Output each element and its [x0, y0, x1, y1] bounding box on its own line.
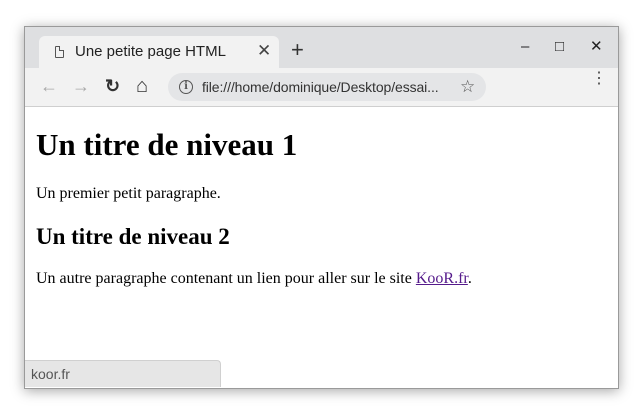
minimize-button[interactable]: – [521, 39, 529, 55]
close-window-button[interactable]: ✕ [590, 39, 603, 55]
tab-active[interactable]: Une petite page HTML ✕ [39, 36, 279, 68]
koor-link[interactable]: KooR.fr [416, 270, 468, 287]
info-icon[interactable]: i [179, 80, 193, 94]
back-button[interactable]: ← [40, 76, 58, 96]
maximize-button[interactable]: □ [555, 39, 564, 55]
reload-button[interactable]: ↻ [105, 76, 120, 96]
browser-window: Une petite page HTML ✕ + – □ ✕ ← → ↻ ⌂ i… [24, 26, 619, 389]
paragraph-2-text: Un autre paragraphe contenant un lien po… [36, 270, 416, 287]
tab-close-icon[interactable]: ✕ [257, 41, 271, 61]
address-bar[interactable]: i file:///home/dominique/Desktop/essai..… [168, 73, 486, 101]
paragraph-2-end: . [467, 270, 472, 287]
url-text[interactable]: file:///home/dominique/Desktop/essai... [202, 79, 439, 95]
paragraph-1: Un premier petit paragraphe. [36, 185, 221, 202]
document-icon [55, 46, 64, 58]
menu-icon[interactable]: ⋮ [591, 71, 607, 87]
star-icon[interactable]: ☆ [460, 77, 475, 97]
forward-button[interactable]: → [72, 76, 90, 96]
new-tab-button[interactable]: + [291, 39, 304, 61]
tab-strip: Une petite page HTML ✕ + – □ ✕ [25, 27, 618, 68]
heading-level-1: Un titre de niveau 1 [36, 127, 298, 162]
page-content: Un titre de niveau 1 Un premier petit pa… [25, 107, 618, 388]
home-button[interactable]: ⌂ [136, 76, 148, 96]
paragraph-2: Un autre paragraphe contenant un lien po… [36, 270, 472, 288]
tab-title: Une petite page HTML [75, 43, 226, 60]
heading-level-2: Un titre de niveau 2 [36, 224, 230, 249]
toolbar: ← → ↻ ⌂ i file:///home/dominique/Desktop… [25, 68, 618, 107]
status-bubble: koor.fr [25, 360, 221, 387]
